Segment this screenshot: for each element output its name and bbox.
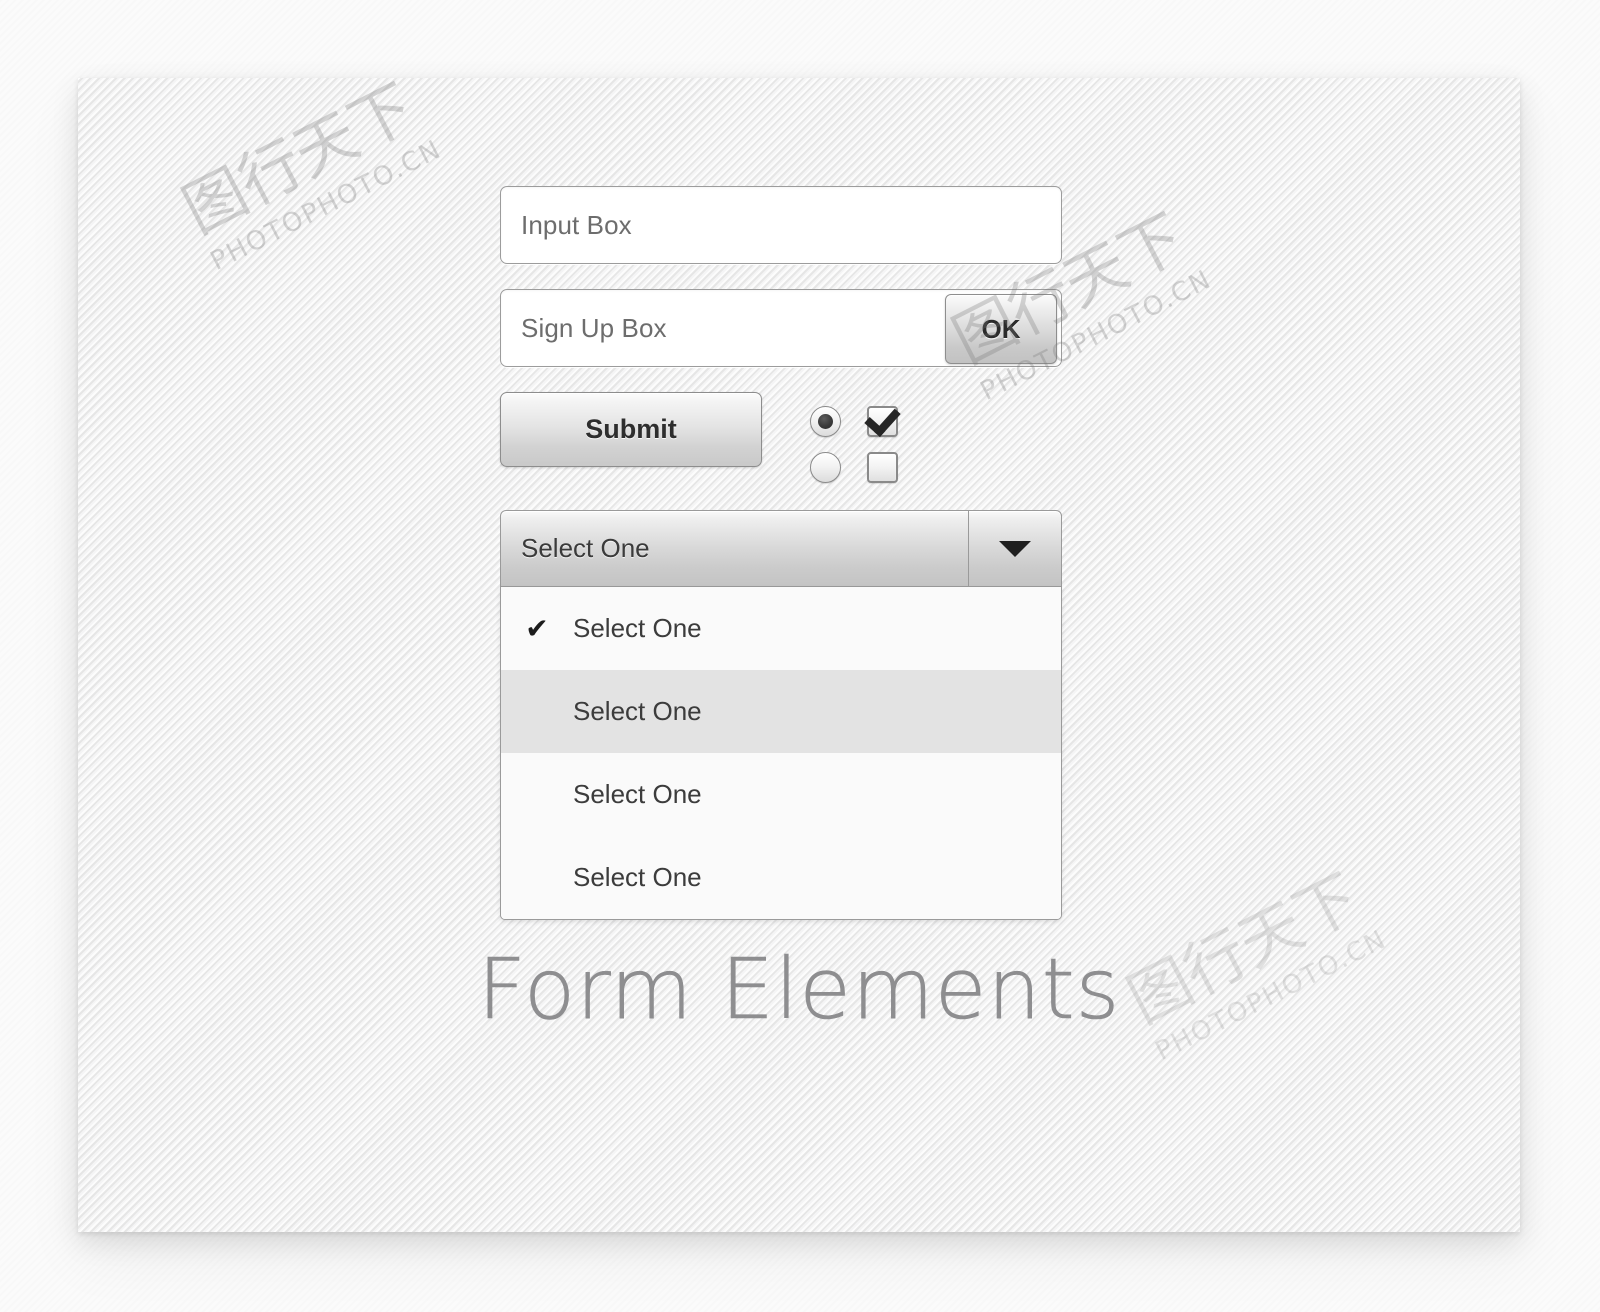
select-option-1[interactable]: ✔ Select One <box>501 587 1061 670</box>
select-dropdown: Select One ✔ Select One Select One Selec… <box>500 510 1062 920</box>
select-option-2[interactable]: Select One <box>501 670 1061 753</box>
signup-box-field[interactable]: Sign Up Box OK <box>500 289 1062 367</box>
select-header[interactable]: Select One <box>500 510 1062 587</box>
form-elements-panel: Input Box Sign Up Box OK Submit Select O… <box>78 78 1520 1232</box>
ok-button[interactable]: OK <box>945 294 1057 364</box>
toggle-row-bottom <box>810 444 940 490</box>
select-option-label: Select One <box>573 696 702 726</box>
toggle-row-top <box>810 398 940 444</box>
select-selected-value[interactable]: Select One <box>501 511 968 586</box>
checkbox-checked[interactable] <box>867 405 898 437</box>
input-box-textfield[interactable]: Input Box <box>500 186 1062 264</box>
check-icon: ✔ <box>525 612 549 644</box>
signup-box-textfield[interactable]: Sign Up Box OK <box>500 289 1062 367</box>
select-option-label: Select One <box>573 779 702 809</box>
toggle-cluster <box>810 398 940 490</box>
chevron-down-icon[interactable] <box>968 511 1061 586</box>
select-option-label: Select One <box>573 613 702 643</box>
signup-box-placeholder: Sign Up Box <box>521 312 667 343</box>
input-box-field[interactable]: Input Box <box>500 186 1062 264</box>
select-option-list: ✔ Select One Select One Select One Selec… <box>500 587 1062 920</box>
checkbox-unchecked[interactable] <box>867 451 898 483</box>
input-box-placeholder: Input Box <box>521 209 632 240</box>
radio-button-selected[interactable] <box>810 405 841 437</box>
submit-button[interactable]: Submit <box>500 392 762 467</box>
select-option-3[interactable]: Select One <box>501 753 1061 836</box>
caret-shape <box>999 540 1031 557</box>
select-option-4[interactable]: Select One <box>501 836 1061 919</box>
select-option-label: Select One <box>573 862 702 892</box>
page-title: Form Elements <box>477 940 1121 1039</box>
radio-button-unselected[interactable] <box>810 451 841 483</box>
